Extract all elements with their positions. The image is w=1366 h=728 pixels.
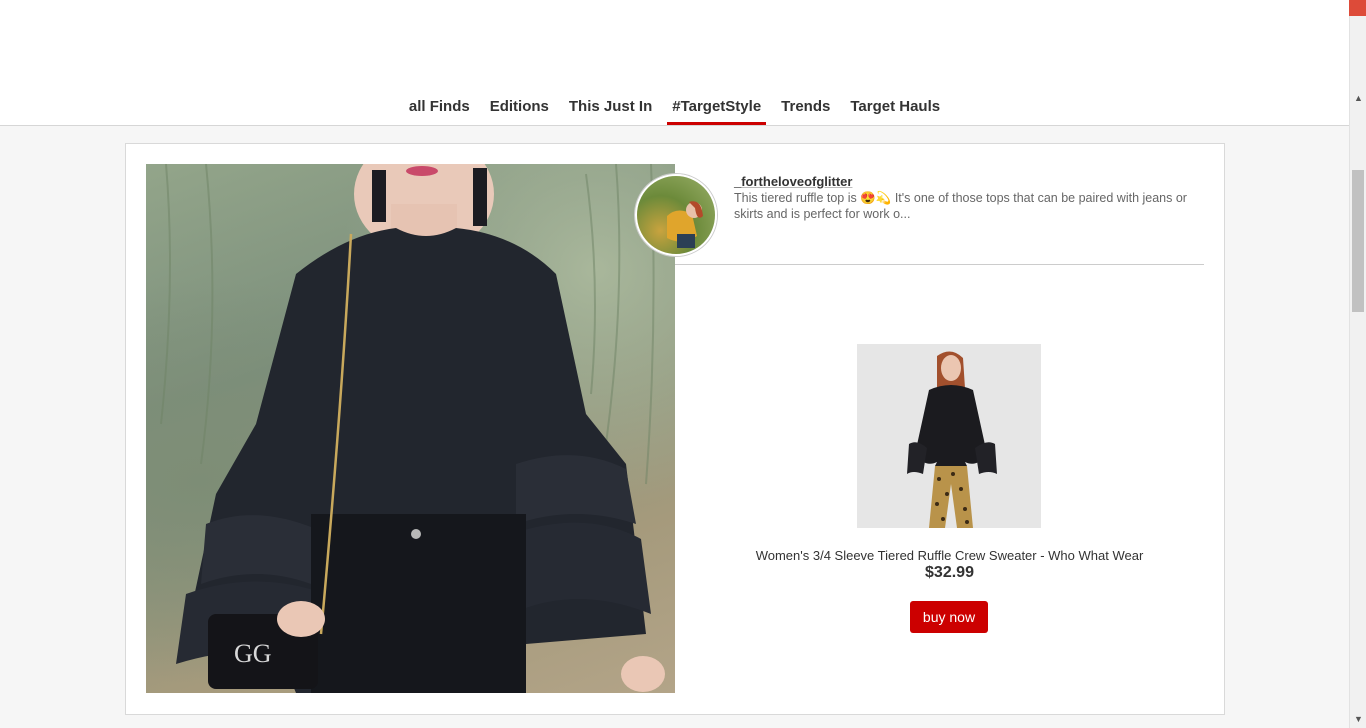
tab-this-just-in[interactable]: This Just In [564,94,657,122]
scroll-thumb[interactable] [1352,170,1364,312]
tab-all-finds[interactable]: all Finds [404,94,475,122]
scroll-up-icon[interactable]: ▲ [1350,90,1366,107]
category-nav: all Finds Editions This Just In #TargetS… [0,94,1349,125]
avatar-illustration [667,201,703,248]
product-name[interactable]: Women's 3/4 Sleeve Tiered Ruffle Crew Sw… [675,548,1224,563]
post-caption: This tiered ruffle top is 😍💫 It's one of… [734,191,1187,221]
buy-now-button[interactable]: buy now [910,601,988,633]
tab-trends[interactable]: Trends [776,94,835,122]
product-image[interactable] [857,344,1041,528]
post-photo[interactable]: GG [146,164,675,693]
divider [675,264,1204,265]
post-meta: _fortheloveofglitter This tiered ruffle … [734,174,1204,222]
svg-text:GG: GG [234,639,272,668]
browser-extension-icon[interactable] [1349,0,1366,16]
post-photo-illustration: GG [160,164,665,693]
scroll-down-icon[interactable]: ▼ [1350,711,1366,728]
product-price: $32.99 [925,564,974,581]
user-avatar[interactable] [635,174,717,256]
tab-target-style[interactable]: #TargetStyle [667,94,767,125]
page-scrollbar[interactable]: ▲ ▼ [1349,0,1366,728]
tab-editions[interactable]: Editions [485,94,554,122]
post-card: GG _fortheloveofglitter This tiered ruff… [125,143,1225,715]
post-username[interactable]: _fortheloveofglitter [734,174,1204,189]
tab-target-hauls[interactable]: Target Hauls [845,94,945,122]
product-illustration [857,344,1041,528]
